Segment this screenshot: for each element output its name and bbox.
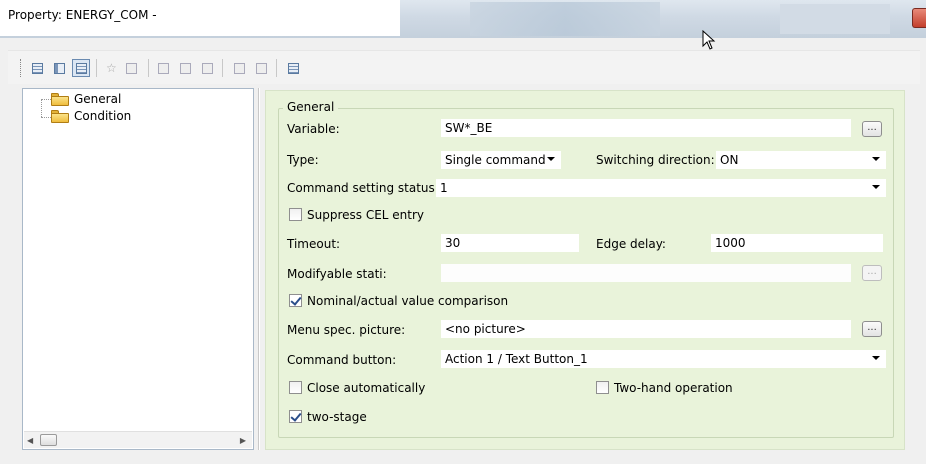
layout-icon[interactable] bbox=[230, 59, 248, 77]
switching-direction-label: Switching direction: bbox=[596, 153, 715, 167]
table-icon[interactable] bbox=[284, 59, 302, 77]
folder-icon bbox=[51, 109, 69, 123]
mouse-cursor-icon bbox=[702, 30, 716, 50]
suppress-cel-checkbox[interactable] bbox=[289, 208, 302, 221]
favorite-icon[interactable]: ☆ bbox=[102, 59, 120, 77]
variable-browse-button[interactable]: ... bbox=[862, 121, 882, 137]
window-title: Property: ENERGY_COM - bbox=[0, 0, 400, 36]
modifyable-stati-field[interactable] bbox=[441, 264, 851, 282]
chevron-down-icon bbox=[872, 157, 880, 161]
horizontal-scrollbar[interactable]: ◀ ▶ bbox=[24, 431, 252, 448]
field2-icon[interactable] bbox=[198, 59, 216, 77]
command-setting-status-label: Command setting status: bbox=[287, 181, 439, 195]
variable-field[interactable]: SW*_BE bbox=[441, 119, 851, 137]
close-automatically-checkbox[interactable] bbox=[289, 381, 302, 394]
toolbar-separator bbox=[222, 59, 223, 77]
menu-spec-picture-field[interactable]: <no picture> bbox=[441, 320, 851, 338]
chevron-down-icon bbox=[547, 157, 555, 161]
command-setting-status-dropdown[interactable]: 1 bbox=[436, 179, 886, 197]
tree-item-general[interactable]: General bbox=[51, 91, 123, 107]
two-hand-operation-checkbox[interactable] bbox=[596, 381, 609, 394]
scroll-right-icon[interactable]: ▶ bbox=[240, 436, 246, 445]
command-button-label: Command button: bbox=[287, 353, 397, 367]
timeout-field[interactable]: 30 bbox=[441, 234, 579, 252]
background-window bbox=[470, 2, 660, 36]
command-button-value: Action 1 / Text Button_1 bbox=[445, 352, 588, 366]
property-tree: General Condition ◀ ▶ bbox=[22, 88, 254, 450]
edge-delay-field[interactable]: 1000 bbox=[711, 234, 883, 252]
align-icon[interactable] bbox=[252, 59, 270, 77]
copy-icon[interactable] bbox=[122, 59, 140, 77]
background-window-2 bbox=[780, 4, 890, 34]
view-list-icon[interactable] bbox=[28, 59, 46, 77]
grid-icon[interactable] bbox=[154, 59, 172, 77]
chevron-down-icon bbox=[872, 356, 880, 360]
properties-panel: General Variable: SW*_BE ... Type: Singl… bbox=[265, 90, 905, 450]
variable-label: Variable: bbox=[287, 122, 340, 136]
two-stage-checkbox[interactable] bbox=[289, 410, 302, 423]
toolbar-separator bbox=[276, 59, 277, 77]
view-properties-icon[interactable] bbox=[72, 59, 90, 77]
pane-splitter[interactable] bbox=[258, 88, 260, 450]
type-value: Single command bbox=[445, 153, 546, 167]
command-button-dropdown[interactable]: Action 1 / Text Button_1 bbox=[441, 350, 886, 368]
title-bar: Property: ENERGY_COM - bbox=[0, 0, 926, 38]
nominal-actual-checkbox[interactable] bbox=[289, 294, 302, 307]
toolbar: ☆ bbox=[8, 50, 920, 84]
tree-item-condition[interactable]: Condition bbox=[51, 108, 132, 124]
two-hand-operation-label: Two-hand operation bbox=[614, 381, 733, 395]
suppress-cel-label: Suppress CEL entry bbox=[307, 208, 425, 222]
type-label: Type: bbox=[287, 153, 319, 167]
switching-direction-value: ON bbox=[720, 153, 739, 167]
toolbar-grip[interactable] bbox=[20, 59, 23, 77]
close-automatically-label: Close automatically bbox=[307, 381, 426, 395]
switching-direction-dropdown[interactable]: ON bbox=[716, 151, 886, 169]
close-button[interactable] bbox=[912, 8, 926, 28]
modifyable-stati-browse-button[interactable]: ... bbox=[862, 265, 882, 281]
view-details-icon[interactable] bbox=[50, 59, 68, 77]
tree-item-label: Condition bbox=[74, 109, 132, 123]
timeout-label: Timeout: bbox=[287, 237, 341, 251]
toolbar-separator bbox=[148, 59, 149, 77]
group-title: General bbox=[283, 100, 339, 114]
nominal-actual-label: Nominal/actual value comparison bbox=[307, 294, 509, 308]
two-stage-label: two-stage bbox=[307, 410, 367, 424]
chevron-down-icon bbox=[872, 185, 880, 189]
modifyable-stati-label: Modifyable stati: bbox=[287, 267, 387, 281]
scroll-thumb[interactable] bbox=[40, 434, 57, 446]
toolbar-separator bbox=[96, 59, 97, 77]
field-icon[interactable] bbox=[176, 59, 194, 77]
command-setting-status-value: 1 bbox=[440, 181, 448, 195]
scroll-left-icon[interactable]: ◀ bbox=[27, 436, 33, 445]
menu-spec-picture-label: Menu spec. picture: bbox=[287, 323, 406, 337]
tree-item-label: General bbox=[73, 92, 123, 106]
type-dropdown[interactable]: Single command bbox=[441, 151, 561, 169]
edge-delay-label: Edge delay: bbox=[596, 237, 666, 251]
folder-icon bbox=[51, 92, 69, 106]
menu-spec-picture-browse-button[interactable]: ... bbox=[862, 321, 882, 337]
